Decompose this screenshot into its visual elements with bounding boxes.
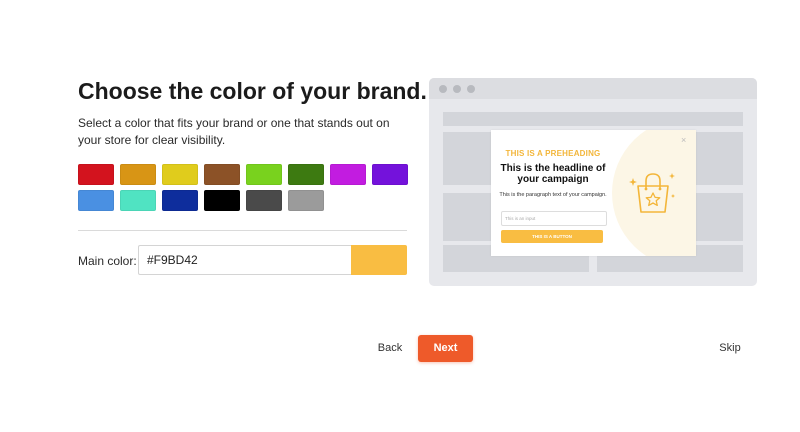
color-swatch-turquoise[interactable] [120, 190, 156, 211]
placeholder-block [443, 112, 743, 126]
window-dot-icon [453, 85, 461, 93]
browser-toolbar [429, 78, 757, 99]
section-divider [78, 230, 407, 231]
page-title: Choose the color of your brand. [78, 78, 427, 104]
color-swatch-purple[interactable] [372, 164, 408, 185]
main-color-preview[interactable] [351, 245, 407, 275]
shopping-bag-star-icon [629, 173, 675, 213]
popup-button: THIS IS A BUTTON [501, 230, 603, 243]
color-swatch-red[interactable] [78, 164, 114, 185]
color-swatch-orange[interactable] [120, 164, 156, 185]
color-swatch-blue[interactable] [78, 190, 114, 211]
skip-button[interactable]: Skip [714, 334, 746, 362]
campaign-popup-preview: × THIS IS A PREHEADING This is the headl… [491, 130, 696, 256]
next-button[interactable]: Next [418, 335, 473, 362]
window-dot-icon [439, 85, 447, 93]
color-swatch-magenta[interactable] [330, 164, 366, 185]
color-swatch-navy[interactable] [162, 190, 198, 211]
main-color-label: Main color: [78, 254, 137, 268]
popup-input: This is an input [501, 211, 607, 226]
page-description: Select a color that fits your brand or o… [78, 116, 390, 147]
color-swatch-brown[interactable] [204, 164, 240, 185]
window-dot-icon [467, 85, 475, 93]
color-swatch-gray[interactable] [288, 190, 324, 211]
color-swatch-lime[interactable] [246, 164, 282, 185]
popup-headline: This is the headline of your campaign [500, 163, 606, 185]
color-swatch-yellow[interactable] [162, 164, 198, 185]
back-button[interactable]: Back [370, 334, 410, 362]
color-swatch-black[interactable] [204, 190, 240, 211]
main-color-hex-input[interactable] [138, 245, 351, 275]
color-swatch-green[interactable] [288, 164, 324, 185]
color-swatch-grid [78, 164, 408, 211]
popup-preheading: THIS IS A PREHEADING [505, 149, 601, 158]
color-swatch-dark-gray[interactable] [246, 190, 282, 211]
close-icon[interactable]: × [681, 135, 686, 145]
popup-paragraph: This is the paragraph text of your campa… [499, 192, 607, 198]
